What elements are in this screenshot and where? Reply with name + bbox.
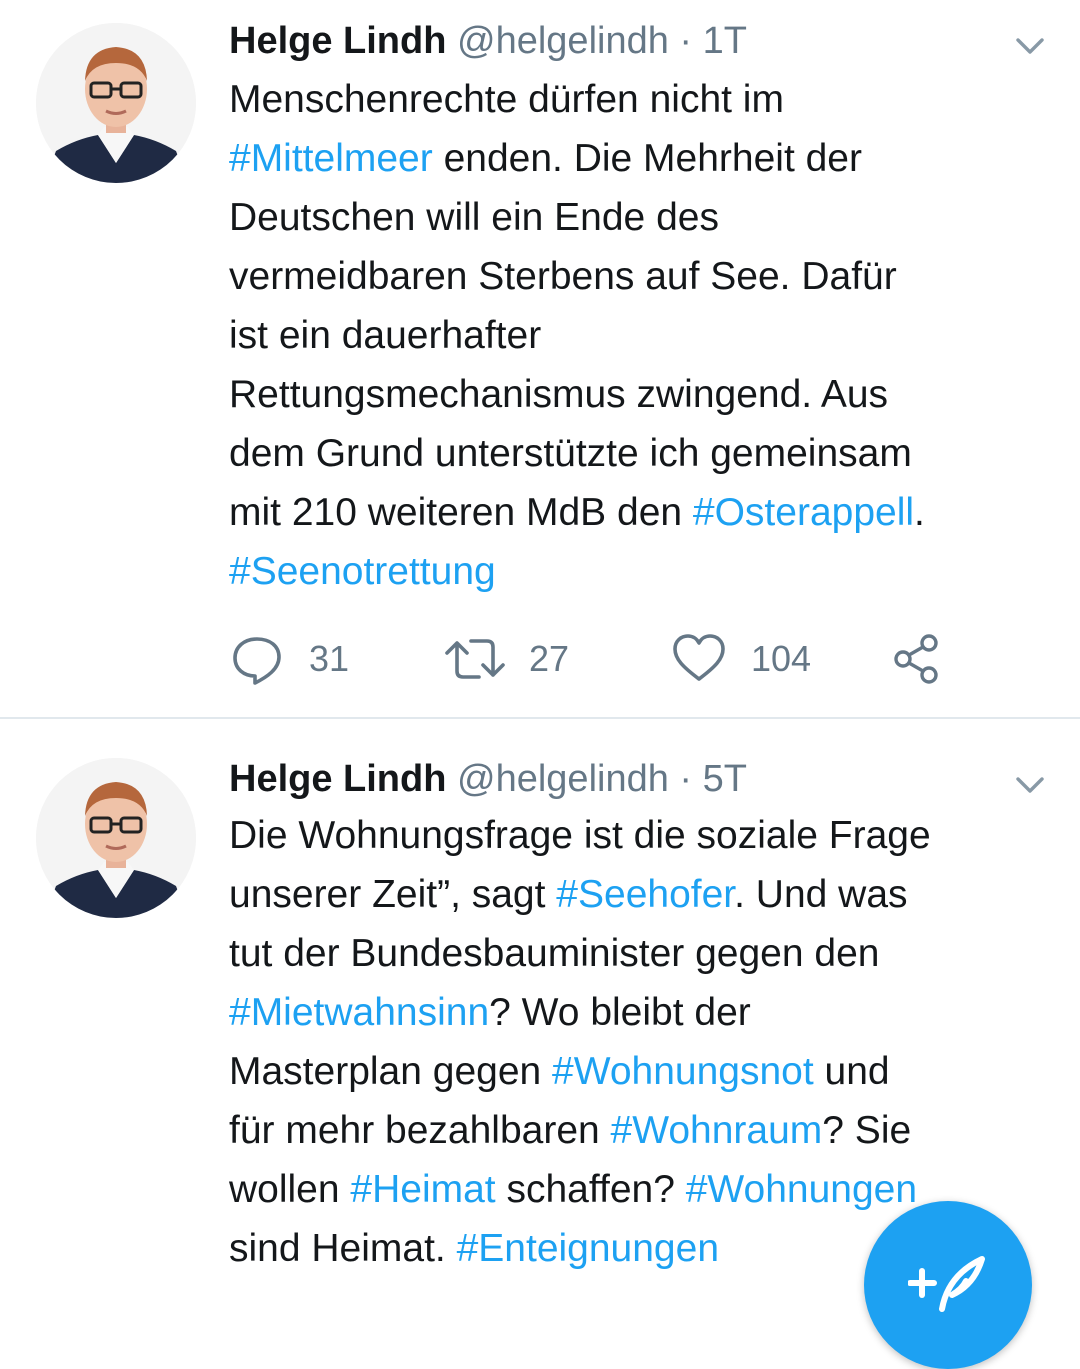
share-icon xyxy=(894,634,938,684)
tweet-text-line: für mehr bezahlbaren #Wohnraum? Sie xyxy=(229,1101,1049,1160)
text-segment: ? Sie xyxy=(822,1109,912,1152)
text-segment: unserer Zeit”, sagt xyxy=(229,873,557,916)
compose-tweet-icon xyxy=(908,1256,985,1312)
tweet-text-line: Menschenrechte dürfen nicht im xyxy=(229,70,1049,129)
tweet-text-line: Die Wohnungsfrage ist die soziale Frage xyxy=(229,806,1049,865)
reply-bubble-icon xyxy=(233,637,281,685)
hashtag-link[interactable]: #Wohnungen xyxy=(686,1168,917,1211)
text-segment: ist ein dauerhafter xyxy=(229,314,542,357)
retweet-count: 27 xyxy=(529,638,570,679)
hashtag-link[interactable]: #Wohnungsnot xyxy=(552,1050,814,1093)
text-segment: für mehr bezahlbaren xyxy=(229,1109,611,1152)
tweet-text-line: tut der Bundesbauminister gegen den xyxy=(229,924,1049,983)
text-segment: wollen xyxy=(229,1168,351,1211)
hashtag-link[interactable]: #Mietwahnsinn xyxy=(229,991,489,1034)
text-segment: sind Heimat. xyxy=(229,1227,457,1270)
tweet-text-line: ist ein dauerhafter xyxy=(229,306,1049,365)
tweet-text-line: mit 210 weiteren MdB den #Osterappell. xyxy=(229,483,1049,542)
hashtag-link[interactable]: #Enteignungen xyxy=(457,1227,719,1270)
author-handle[interactable]: @helgelindh xyxy=(457,758,669,800)
text-segment: . Und was xyxy=(734,873,908,916)
tweet-text-line: Deutschen will ein Ende des xyxy=(229,188,1049,247)
share-button[interactable] xyxy=(889,631,945,687)
text-segment: Deutschen will ein Ende des xyxy=(229,196,719,239)
hashtag-link[interactable]: #Mittelmeer xyxy=(229,137,433,180)
tweet-header: Helge Lindh @helgelindh · 5T xyxy=(229,757,747,801)
hashtag-link[interactable]: #Seenotrettung xyxy=(229,550,496,593)
text-segment: ? Wo bleibt der xyxy=(489,991,751,1034)
hashtag-link[interactable]: #Seehofer xyxy=(556,873,734,916)
tweet-text-line: #Seenotrettung xyxy=(229,542,1049,601)
text-segment: Die Wohnungsfrage ist die soziale Frage xyxy=(229,814,931,857)
compose-tweet-button[interactable] xyxy=(864,1201,1032,1369)
text-segment: enden. Die Mehrheit der xyxy=(432,137,862,180)
like-button[interactable]: 104 xyxy=(671,631,811,687)
reply-count: 31 xyxy=(309,638,350,679)
tweet-text-line: #Mittelmeer enden. Die Mehrheit der xyxy=(229,129,1049,188)
text-segment: vermeidbaren Sterbens auf See. Dafür xyxy=(229,255,897,298)
tweet-text-line: vermeidbaren Sterbens auf See. Dafür xyxy=(229,247,1049,306)
author-name[interactable]: Helge Lindh xyxy=(229,758,446,800)
header-separator: · xyxy=(679,20,693,62)
author-handle[interactable]: @helgelindh xyxy=(457,20,669,62)
tweet-2[interactable]: Helge Lindh @helgelindh · 5T Die Wohnung… xyxy=(0,719,1080,1288)
hashtag-link[interactable]: #Osterappell xyxy=(693,491,914,534)
retweet-button[interactable]: 27 xyxy=(445,631,569,687)
text-segment: . xyxy=(914,491,925,534)
tweet-text: Menschenrechte dürfen nicht im #Mittelmee… xyxy=(229,70,1049,601)
text-segment: und xyxy=(813,1050,890,1093)
text-segment: tut der Bundesbauminister gegen den xyxy=(229,932,880,975)
author-name[interactable]: Helge Lindh xyxy=(229,20,446,62)
text-segment: mit 210 weiteren MdB den xyxy=(229,491,693,534)
heart-icon xyxy=(673,634,725,681)
text-segment: Masterplan gegen xyxy=(229,1050,553,1093)
tweet-actions: 31 27 104 xyxy=(229,631,989,687)
reply-button[interactable]: 31 xyxy=(229,631,349,687)
header-separator: · xyxy=(679,758,693,800)
tweet-time[interactable]: 1T xyxy=(703,20,747,62)
text-segment: dem Grund unterstützte ich gemeinsam xyxy=(229,432,912,475)
hashtag-link[interactable]: #Wohnraum xyxy=(611,1109,823,1152)
tweet-text-line: Rettungsmechanismus zwingend. Aus xyxy=(229,365,1049,424)
text-segment: Menschenrechte dürfen nicht im xyxy=(229,78,784,121)
like-count: 104 xyxy=(751,638,812,679)
chevron-down-icon[interactable] xyxy=(1012,767,1048,803)
tweet-time[interactable]: 5T xyxy=(703,758,747,800)
hashtag-link[interactable]: #Heimat xyxy=(350,1168,495,1211)
retweet-arrows-icon xyxy=(445,639,505,679)
tweet-text-line: #Mietwahnsinn? Wo bleibt der xyxy=(229,983,1049,1042)
tweet-header: Helge Lindh @helgelindh · 1T xyxy=(229,19,747,63)
avatar[interactable] xyxy=(36,758,196,918)
tweet-1[interactable]: Helge Lindh @helgelindh · 1T Menschenrec… xyxy=(0,0,1080,717)
tweet-text-line: unserer Zeit”, sagt #Seehofer. Und was xyxy=(229,865,1049,924)
avatar[interactable] xyxy=(36,23,196,183)
text-segment: schaffen? xyxy=(495,1168,686,1211)
text-segment: Rettungsmechanismus zwingend. Aus xyxy=(229,373,889,416)
tweet-text-line: Masterplan gegen #Wohnungsnot und xyxy=(229,1042,1049,1101)
chevron-down-icon[interactable] xyxy=(1012,28,1048,64)
tweet-text-line: dem Grund unterstützte ich gemeinsam xyxy=(229,424,1049,483)
